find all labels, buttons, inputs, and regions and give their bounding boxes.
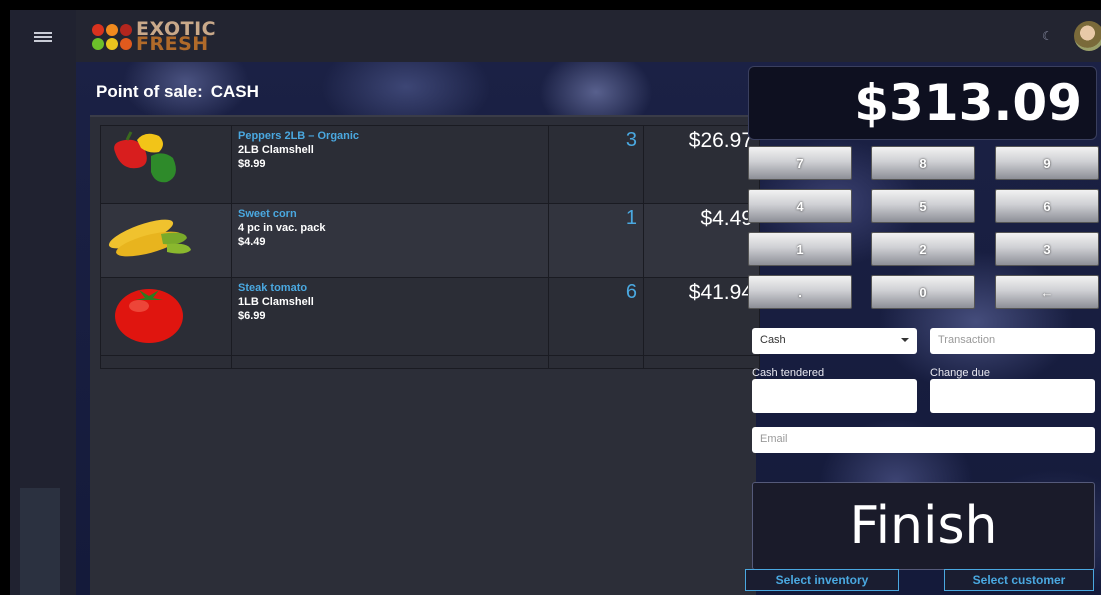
page-title-prefix: Point of sale:: [96, 82, 203, 101]
payment-panel: $313.09 7 8 9 4 5 6 1 2 3 . 0 ← Cash Tra…: [744, 62, 1101, 595]
keypad-2[interactable]: 2: [871, 232, 975, 266]
keypad-1[interactable]: 1: [748, 232, 852, 266]
change-due-label: Change due: [930, 367, 990, 379]
item-package: 2LB Clamshell: [238, 144, 314, 156]
transaction-placeholder: Transaction: [938, 334, 996, 346]
item-name: Sweet corn: [238, 208, 297, 220]
item-quantity[interactable]: 3: [547, 125, 644, 204]
item-total: $41.94: [642, 277, 761, 356]
table-row[interactable]: Sweet corn 4 pc in vac. pack $4.49 1 $4.…: [100, 203, 761, 278]
product-image: [100, 277, 232, 356]
page-title-mode: CASH: [210, 82, 259, 101]
item-quantity[interactable]: 6: [547, 277, 644, 356]
keypad-9[interactable]: 9: [995, 146, 1099, 180]
item-quantity[interactable]: 1: [547, 203, 644, 278]
item-total: $26.97: [642, 125, 761, 204]
finish-button[interactable]: Finish: [752, 482, 1095, 570]
cart-panel: Peppers 2LB – Organic 2LB Clamshell $8.9…: [90, 115, 761, 595]
app-window: EXOTIC FRESH ☾ Point of sale: CASH Peppe…: [10, 10, 1101, 595]
backspace-icon: ←: [1040, 284, 1054, 300]
table-row[interactable]: Peppers 2LB – Organic 2LB Clamshell $8.9…: [100, 125, 761, 204]
keypad-7[interactable]: 7: [748, 146, 852, 180]
table-row[interactable]: Steak tomato 1LB Clamshell $6.99 6 $41.9…: [100, 277, 761, 356]
keypad-8[interactable]: 8: [871, 146, 975, 180]
select-customer-button[interactable]: Select customer: [944, 569, 1094, 591]
moon-icon[interactable]: ☾: [1042, 30, 1054, 42]
product-image: [100, 125, 232, 204]
bell-peppers-icon: [114, 131, 176, 183]
item-name: Steak tomato: [238, 282, 308, 294]
cash-tendered-input[interactable]: [752, 379, 917, 413]
menu-icon[interactable]: [34, 30, 52, 46]
select-inventory-button[interactable]: Select inventory: [745, 569, 899, 591]
cash-tendered-label: Cash tendered: [752, 367, 825, 379]
payment-method-value: Cash: [760, 334, 786, 346]
item-package: 1LB Clamshell: [238, 296, 314, 308]
item-total: $4.49: [642, 203, 761, 278]
keypad-5[interactable]: 5: [871, 189, 975, 223]
order-total-value: $313.09: [854, 74, 1082, 132]
item-unit-price: $4.49: [238, 236, 266, 248]
item-name: Peppers 2LB – Organic: [238, 130, 360, 142]
item-unit-price: $6.99: [238, 310, 266, 322]
item-description: Peppers 2LB – Organic 2LB Clamshell $8.9…: [231, 125, 549, 204]
item-description: Sweet corn 4 pc in vac. pack $4.49: [231, 203, 549, 278]
keypad-4[interactable]: 4: [748, 189, 852, 223]
sidebar-panel: [20, 488, 60, 595]
keypad-backspace[interactable]: ←: [995, 275, 1099, 309]
item-unit-price: $8.99: [238, 158, 266, 170]
product-image: [100, 203, 232, 278]
table-row-empty: [100, 355, 761, 369]
logo-line2: FRESH: [136, 33, 209, 55]
sidebar: [10, 10, 76, 595]
transaction-input[interactable]: Transaction: [930, 328, 1095, 354]
email-input[interactable]: Email: [752, 427, 1095, 453]
keypad-0[interactable]: 0: [871, 275, 975, 309]
cart-table: Peppers 2LB – Organic 2LB Clamshell $8.9…: [100, 125, 761, 369]
fruit-logo-icon: [92, 24, 132, 50]
payment-method-select[interactable]: Cash: [752, 328, 917, 354]
change-due-input[interactable]: [930, 379, 1095, 413]
page-title: Point of sale: CASH: [96, 82, 259, 102]
item-description: Steak tomato 1LB Clamshell $6.99: [231, 277, 549, 356]
chevron-down-icon: [901, 338, 909, 342]
keypad-decimal[interactable]: .: [748, 275, 852, 309]
app-logo: EXOTIC FRESH: [92, 18, 216, 56]
item-package: 4 pc in vac. pack: [238, 222, 326, 234]
keypad-3[interactable]: 3: [995, 232, 1099, 266]
sweet-corn-icon: [108, 219, 191, 257]
avatar[interactable]: [1074, 21, 1101, 51]
order-total: $313.09: [748, 66, 1097, 140]
email-placeholder: Email: [760, 433, 788, 445]
keypad-6[interactable]: 6: [995, 189, 1099, 223]
tomato-icon: [115, 289, 183, 343]
